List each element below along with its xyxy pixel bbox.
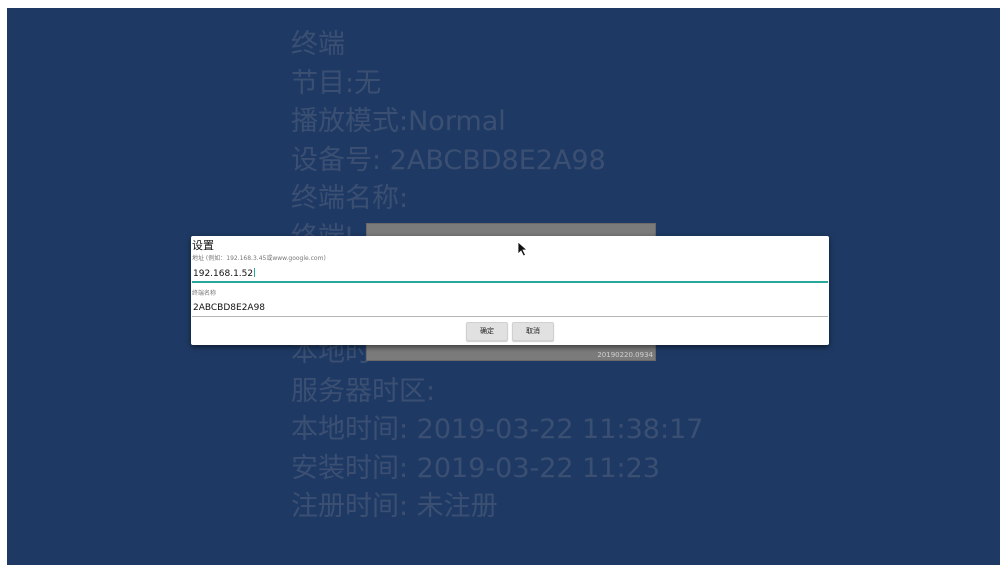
app-screen: 终端 节目:无 播放模式:Normal 设备号: 2ABCBD8E2A98 终端… xyxy=(7,8,1000,565)
terminal-name-underline xyxy=(192,316,828,317)
terminal-name-label: 终端名称 xyxy=(192,290,217,297)
info-line-program: 节目:无 xyxy=(291,67,382,99)
info-line-local-time: 本地时间: 2019-03-22 11:38:17 xyxy=(291,414,704,445)
address-value: 192.168.1.52 xyxy=(193,269,254,279)
info-line-title: 终端 xyxy=(291,29,345,60)
address-input[interactable]: 192.168.1.52 xyxy=(193,268,256,279)
settings-dialog: 设置 地址 (例如：192.168.3.45或www.google.com) 1… xyxy=(191,236,829,345)
info-line-install-time: 安装时间: 2019-03-22 11:23 xyxy=(291,452,660,484)
cancel-button[interactable]: 取消 xyxy=(512,322,554,341)
address-label: 地址 (例如：192.168.3.45或www.google.com) xyxy=(192,255,326,262)
mouse-pointer-icon xyxy=(517,241,529,257)
info-line-server-timezone: 服务器时区: xyxy=(291,375,436,407)
version-label: 20190220.0934 xyxy=(597,351,653,359)
info-line-terminal-name: 终端名称: xyxy=(291,183,409,214)
dialog-title: 设置 xyxy=(192,239,214,252)
info-line-play-mode: 播放模式:Normal xyxy=(291,106,506,137)
text-caret xyxy=(254,268,256,277)
address-input-underline xyxy=(192,281,828,283)
terminal-name-input[interactable]: 2ABCBD8E2A98 xyxy=(193,303,265,313)
confirm-button[interactable]: 确定 xyxy=(466,322,508,341)
info-line-device-id: 设备号: 2ABCBD8E2A98 xyxy=(291,144,606,176)
info-line-register-time: 注册时间: 未注册 xyxy=(291,491,498,522)
